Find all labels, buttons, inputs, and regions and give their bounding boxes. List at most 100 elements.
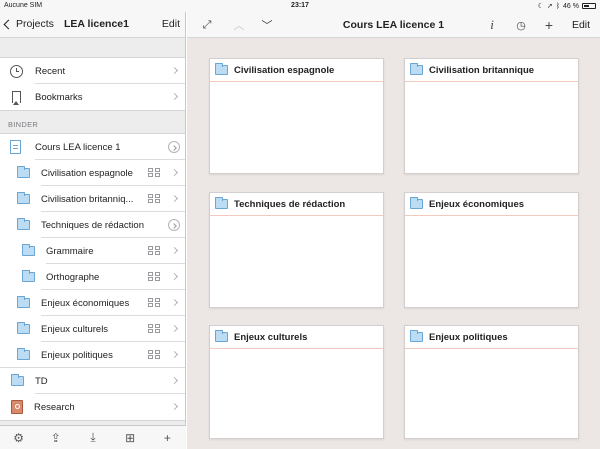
card-header: Enjeux économiques: [405, 193, 578, 216]
sidebar-item-label: Bookmarks: [35, 91, 83, 103]
folder-icon: [17, 192, 30, 204]
binder-item[interactable]: Civilisation britanniq...: [0, 186, 185, 212]
folder-icon: [17, 322, 30, 334]
sidebar-item-recent[interactable]: Recent: [0, 58, 185, 84]
research-book-icon: [11, 400, 23, 414]
index-card[interactable]: Civilisation espagnole: [209, 58, 384, 174]
card-header: Enjeux politiques: [405, 326, 578, 349]
card-title: Civilisation espagnole: [234, 64, 335, 76]
binder-item-label: Enjeux économiques: [41, 297, 130, 309]
document-icon: [10, 140, 21, 154]
chevron-right-icon: [170, 194, 179, 203]
corkboard-grid-icon: [148, 298, 161, 308]
share-icon[interactable]: ⇪: [49, 431, 63, 445]
index-card[interactable]: Enjeux politiques: [404, 325, 579, 439]
folder-icon: [410, 197, 423, 209]
history-clock-icon[interactable]: ◷: [513, 16, 529, 34]
main-edit-button[interactable]: Edit: [569, 16, 593, 34]
binder-item[interactable]: Techniques de rédaction: [0, 212, 185, 238]
import-icon[interactable]: ⤓: [86, 430, 100, 445]
folder-icon: [17, 296, 30, 308]
index-card[interactable]: Civilisation britannique: [404, 58, 579, 174]
binder-item[interactable]: TD: [0, 368, 185, 394]
document-title: Cours LEA licence 1: [342, 19, 445, 31]
corkboard-grid-icon: [148, 168, 161, 178]
location-icon: ➚: [546, 3, 553, 10]
binder-list: Cours LEA licence 1 Civilisation espagno…: [0, 133, 185, 421]
chevron-right-icon: [170, 66, 179, 75]
folder-icon: [17, 218, 30, 230]
binder-item[interactable]: Civilisation espagnole: [0, 160, 185, 186]
folder-icon: [215, 330, 228, 342]
corkboard-grid-icon: [148, 324, 161, 334]
card-header: Civilisation espagnole: [210, 59, 383, 82]
binder-item-label: Grammaire: [46, 245, 94, 257]
binder-item-label: Enjeux culturels: [41, 323, 109, 335]
binder-item-label: TD: [35, 375, 48, 387]
binder-item[interactable]: Enjeux économiques: [0, 290, 185, 316]
binder-section-header: BINDER: [8, 120, 39, 129]
clock-icon: [10, 64, 23, 78]
projects-back-button[interactable]: Projects: [3, 18, 54, 30]
folder-icon: [22, 270, 35, 282]
chevron-right-icon: [170, 376, 179, 385]
chevron-right-icon: [170, 246, 179, 255]
moon-icon: ☾: [537, 3, 544, 10]
folder-icon: [410, 63, 423, 75]
card-title: Techniques de rédaction: [234, 198, 346, 210]
corkboard-grid-icon: [148, 350, 161, 360]
binder-item-label: Civilisation britanniq...: [41, 193, 134, 205]
chevron-left-icon: [3, 19, 14, 29]
info-icon[interactable]: i: [485, 16, 499, 34]
card-title: Enjeux politiques: [429, 331, 508, 343]
battery-label: 46 %: [563, 2, 579, 10]
status-indicators: ☾ ➚ ᛒ 46 %: [538, 2, 596, 10]
corkboard-grid-icon: [148, 272, 161, 282]
add-folder-icon[interactable]: ⊞: [123, 431, 137, 445]
folder-icon: [17, 348, 30, 360]
card-title: Enjeux culturels: [234, 331, 308, 343]
sidebar-nav-bar: Projects LEA licence1 Edit: [0, 12, 185, 38]
corkboard-grid-icon: [148, 246, 161, 256]
binder-item[interactable]: Enjeux politiques: [0, 342, 185, 368]
binder-item[interactable]: Research: [0, 394, 185, 420]
status-bar: Aucune SIM 23:17 ☾ ➚ ᛒ 46 %: [0, 0, 600, 12]
card-title: Civilisation britannique: [429, 64, 535, 76]
card-title: Enjeux économiques: [429, 198, 525, 210]
index-card[interactable]: Enjeux économiques: [404, 192, 579, 308]
main-nav-bar: ⤢ ︿ ﹀ Cours LEA licence 1 i ◷ + Edit: [187, 12, 600, 38]
folder-icon: [22, 244, 35, 256]
chevron-right-icon: [170, 272, 179, 281]
binder-item[interactable]: Orthographe: [0, 264, 185, 290]
binder-item[interactable]: Enjeux culturels: [0, 316, 185, 342]
binder-item[interactable]: Grammaire: [0, 238, 185, 264]
card-header: Civilisation britannique: [405, 59, 578, 82]
corkboard-grid-icon: [148, 194, 161, 204]
folder-icon: [410, 330, 423, 342]
sidebar-item-bookmarks[interactable]: Bookmarks: [0, 84, 185, 110]
sidebar-item-label: Recent: [35, 65, 66, 77]
chevron-right-icon: [170, 92, 179, 101]
chevron-right-icon: [170, 402, 179, 411]
index-card[interactable]: Techniques de rédaction: [209, 192, 384, 308]
circle-chevron-icon[interactable]: [168, 141, 180, 153]
sidebar-edit-button[interactable]: Edit: [162, 18, 180, 30]
chevron-right-icon: [170, 168, 179, 177]
binder-item-label: Enjeux politiques: [41, 349, 113, 361]
sidebar-title: LEA licence1: [64, 18, 129, 30]
bookmark-icon: [12, 91, 21, 105]
index-card[interactable]: Enjeux culturels: [209, 325, 384, 439]
settings-icon[interactable]: ⚙: [12, 431, 26, 445]
add-icon[interactable]: +: [160, 431, 174, 445]
binder-item-label: Orthographe: [46, 271, 100, 283]
card-header: Techniques de rédaction: [210, 193, 383, 216]
chevron-right-icon: [170, 324, 179, 333]
add-icon[interactable]: +: [542, 16, 556, 34]
circle-chevron-icon[interactable]: [168, 219, 180, 231]
binder-item[interactable]: Cours LEA licence 1: [0, 134, 185, 160]
back-button-label: Projects: [16, 18, 54, 30]
chevron-right-icon: [170, 350, 179, 359]
folder-icon: [215, 197, 228, 209]
binder-item-label: Civilisation espagnole: [41, 167, 133, 179]
